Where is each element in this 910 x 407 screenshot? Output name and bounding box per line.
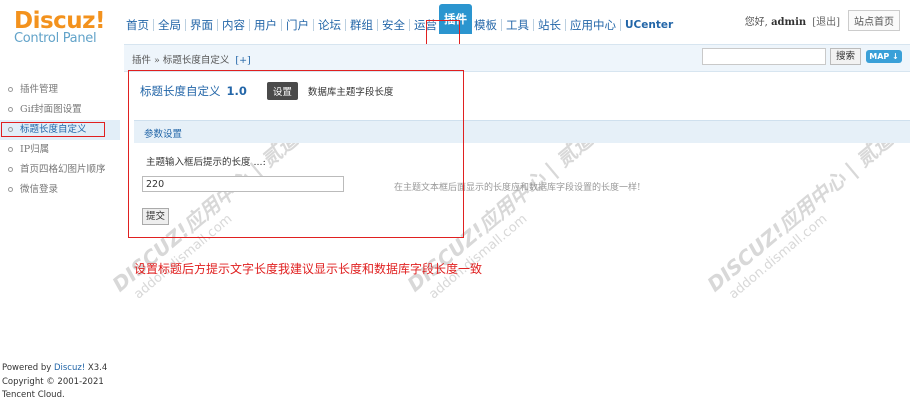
username: admin bbox=[771, 17, 807, 28]
nav-item-interface[interactable]: 界面 bbox=[188, 14, 215, 36]
sidebar-item-plugin-management[interactable]: 插件管理 bbox=[0, 80, 120, 100]
nav-item-users[interactable]: 用户 bbox=[252, 14, 279, 36]
nav-divider bbox=[281, 19, 282, 31]
nav-item-content[interactable]: 内容 bbox=[220, 14, 247, 36]
nav-divider bbox=[377, 19, 378, 31]
discuz-logo[interactable]: Discuz! Control Panel bbox=[14, 9, 120, 49]
bullet-icon bbox=[8, 167, 13, 172]
search-input[interactable] bbox=[702, 48, 826, 65]
add-shortcut-link[interactable]: [+] bbox=[235, 55, 250, 66]
main-nav: 首页 全局 界面 内容 用户 门户 论坛 群组 安全 运营 插件 模板 工具 站… bbox=[124, 4, 675, 36]
footer-powered-by: Powered by Discuz! X3.4 Copyright © 2001… bbox=[2, 362, 107, 403]
annotation-text: 设置标题后方提示文字长度我建议显示长度和数据库字段长度一致 bbox=[134, 262, 483, 276]
company-text: Tencent Cloud. bbox=[2, 390, 65, 400]
nav-divider bbox=[409, 19, 410, 31]
bullet-icon bbox=[8, 87, 13, 92]
nav-item-portal[interactable]: 门户 bbox=[284, 14, 311, 36]
nav-item-templates[interactable]: 模板 bbox=[472, 14, 499, 36]
highlight-box-form bbox=[128, 70, 464, 238]
discuz-link[interactable]: Discuz! bbox=[54, 363, 85, 373]
nav-item-home[interactable]: 首页 bbox=[124, 14, 151, 36]
breadcrumb: 插件 » 标题长度自定义 [+] bbox=[132, 52, 251, 66]
sidebar: 插件管理 Gif封面图设置 标题长度自定义 IP归属 首页四格幻图片顺序 微信登… bbox=[0, 80, 120, 200]
user-area: 您好, admin [退出] 站点首页 bbox=[745, 10, 900, 31]
copyright-text: Copyright © 2001-2021 bbox=[2, 376, 104, 387]
nav-divider bbox=[249, 19, 250, 31]
main-content: 标题长度自定义 1.0 设置 数据库主题字段长度 参数设置 主题输入框后提示的长… bbox=[124, 70, 910, 407]
nav-divider bbox=[620, 19, 621, 31]
logout-link[interactable]: [退出] bbox=[812, 13, 840, 28]
sub-header-bar: 插件 » 标题长度自定义 [+] 搜索 MAP ↓ bbox=[124, 44, 910, 72]
sidebar-item-ip-location[interactable]: IP归属 bbox=[0, 140, 120, 160]
nav-divider bbox=[533, 19, 534, 31]
bullet-icon bbox=[8, 107, 13, 112]
bullet-icon bbox=[8, 187, 13, 192]
nav-item-groups[interactable]: 群组 bbox=[348, 14, 375, 36]
sidebar-item-wechat-login[interactable]: 微信登录 bbox=[0, 180, 120, 200]
nav-divider bbox=[217, 19, 218, 31]
sidebar-item-homepage-slides[interactable]: 首页四格幻图片顺序 bbox=[0, 160, 120, 180]
welcome-text: 您好, admin bbox=[744, 17, 807, 28]
nav-divider bbox=[565, 19, 566, 31]
search-button[interactable]: 搜索 bbox=[830, 48, 862, 65]
bullet-icon bbox=[8, 147, 13, 152]
breadcrumb-text[interactable]: 插件 » 标题长度自定义 bbox=[132, 55, 229, 66]
logo-title: Discuz! bbox=[14, 8, 106, 34]
nav-item-webmaster[interactable]: 站长 bbox=[536, 14, 563, 36]
nav-item-security[interactable]: 安全 bbox=[380, 14, 407, 36]
nav-divider bbox=[313, 19, 314, 31]
site-home-button[interactable]: 站点首页 bbox=[848, 10, 900, 31]
nav-divider bbox=[185, 19, 186, 31]
nav-item-tools[interactable]: 工具 bbox=[504, 14, 531, 36]
sidebar-item-gif-cover[interactable]: Gif封面图设置 bbox=[0, 100, 120, 120]
nav-divider bbox=[501, 19, 502, 31]
highlight-box-sidebar bbox=[1, 122, 105, 137]
nav-divider bbox=[345, 19, 346, 31]
map-button[interactable]: MAP ↓ bbox=[866, 50, 902, 63]
nav-item-ucenter[interactable]: UCenter bbox=[623, 14, 675, 36]
nav-item-forum[interactable]: 论坛 bbox=[316, 14, 343, 36]
nav-divider bbox=[153, 19, 154, 31]
nav-item-app-center[interactable]: 应用中心 bbox=[568, 14, 618, 36]
nav-item-global[interactable]: 全局 bbox=[156, 14, 183, 36]
